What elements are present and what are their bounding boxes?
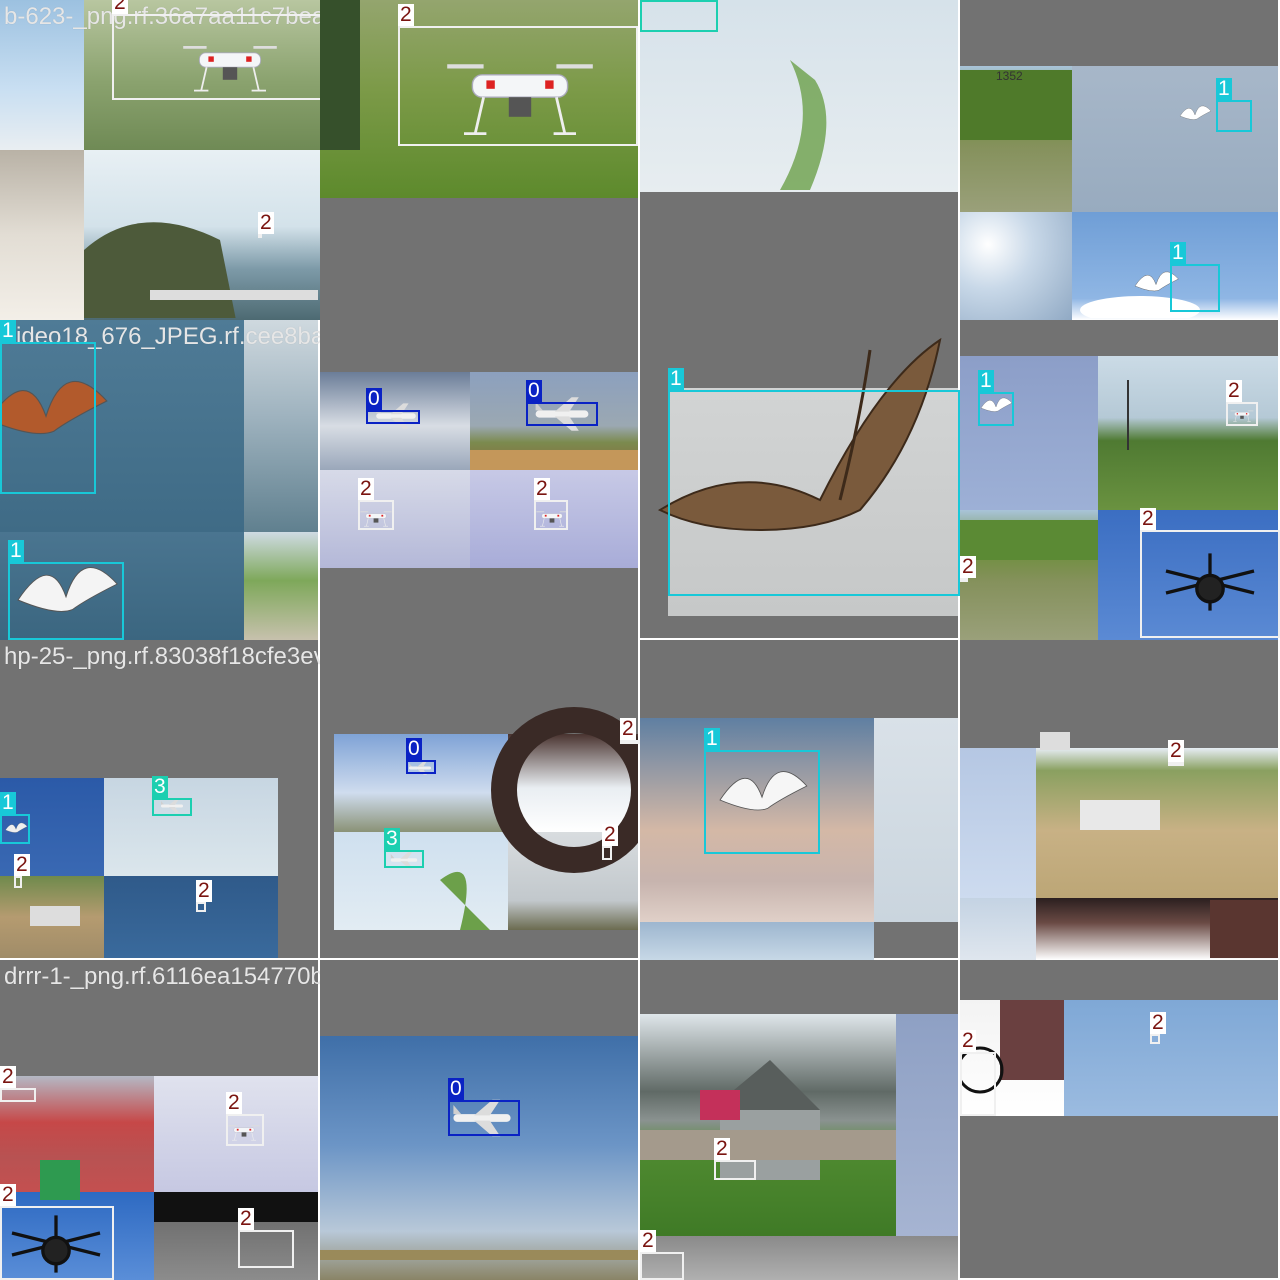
detection-box-class-2: 2: [534, 478, 568, 530]
detection-box-class-2: 2: [1150, 1012, 1166, 1044]
mosaic-tile: 0 3 2 2: [320, 640, 640, 960]
class-label: 2: [358, 477, 374, 500]
class-label: 0: [448, 1077, 464, 1100]
class-label: 2: [602, 823, 618, 846]
detection-box-class-2: 2: [14, 854, 30, 888]
class-label: 3: [152, 775, 168, 798]
class-label: 1: [8, 539, 24, 562]
class-label: 2: [14, 853, 30, 876]
detection-box-class-2: 2: [196, 880, 212, 912]
detection-box-class-0: 0: [406, 738, 436, 774]
class-label: 2: [0, 1065, 16, 1088]
detection-box-class-2: 2: [398, 4, 638, 146]
detection-box-class-2: 2: [358, 478, 394, 530]
class-label: 3: [384, 827, 400, 850]
class-label: 2: [258, 211, 274, 234]
detection-box-class-1: 1: [0, 320, 96, 494]
detection-box-class-2: 2: [714, 1138, 756, 1180]
detection-box-class-0: 0: [448, 1078, 520, 1136]
class-label: 0: [366, 387, 382, 410]
class-label: 1: [978, 369, 994, 392]
class-label: 2: [196, 879, 212, 902]
detection-box-class-2: 2: [226, 1092, 264, 1146]
detection-box-class-2: 2: [960, 1030, 996, 1116]
detection-box-class-1: 1: [978, 370, 1014, 426]
detection-box-class-1: 1: [0, 792, 30, 844]
tile-artwork: [960, 1000, 1064, 1094]
class-label: 2: [640, 1229, 656, 1252]
detection-box-class-2: 2: [640, 1230, 684, 1280]
class-label: 0: [526, 379, 542, 402]
class-label: 1: [0, 791, 16, 814]
class-label: 0: [406, 737, 422, 760]
tile-artwork: [640, 1060, 896, 1180]
detection-box-class-2: 2: [602, 824, 618, 860]
mosaic-tile: 3: [640, 0, 960, 320]
class-label: 2: [0, 1183, 16, 1206]
detection-box-class-2: 2: [112, 0, 320, 100]
mosaic-tile: 1 2 2 2: [960, 320, 1280, 640]
detection-box-class-3: 3: [152, 776, 192, 816]
class-label: 1: [668, 367, 684, 390]
detection-box-class-2: 2: [1168, 740, 1184, 766]
mosaic-tile: 0 0 2 2: [320, 320, 640, 640]
class-label: 1: [704, 727, 720, 750]
detection-box-class-2: 2: [238, 1208, 294, 1268]
tile-artwork: [780, 60, 827, 190]
mosaic-tile: 1: [640, 320, 960, 640]
mosaic-tile: 11video18_676_JPEG.rf.cee8babf-847_png.r…: [0, 320, 320, 640]
detection-box-class-2: 2: [1226, 380, 1258, 426]
mosaic-tile: 1: [640, 640, 960, 960]
detection-box-class-2: 2: [258, 212, 274, 238]
mosaic-tile: 22: [640, 960, 960, 1280]
mosaic-tile: 22b-623-_png.rf.36a7aa11c7beaen_f_c5dde8…: [0, 0, 320, 320]
class-label: 2: [112, 0, 128, 14]
class-label: 2: [960, 1029, 976, 1052]
class-label: 2: [1140, 507, 1156, 530]
mosaic-tile: 0: [320, 960, 640, 1280]
mosaic-tile: 2222drrr-1-_png.rf.6116ea154770ba679_e77…: [0, 960, 320, 1280]
detection-box-class-2: 2: [0, 1066, 36, 1102]
class-label: 2: [238, 1207, 254, 1230]
mosaic-tile: 2: [960, 640, 1280, 960]
class-label: 2: [226, 1091, 242, 1114]
detection-box-class-1: 1: [1216, 78, 1252, 132]
tile-artwork: 1352: [960, 69, 1212, 318]
mosaic-tile: 2: [320, 0, 640, 320]
class-label: 1: [1216, 77, 1232, 100]
detection-box-class-1: 1: [668, 368, 960, 596]
mosaic-tile: 22: [960, 960, 1280, 1280]
detection-box-class-1: 1: [8, 540, 124, 640]
class-label: 2: [1226, 379, 1242, 402]
detection-box-class-0: 0: [366, 388, 420, 424]
class-label: 2: [620, 717, 636, 740]
mosaic-tile: 1322hp-25-_png.rf.83038f18cfe3evideo17_2…: [0, 640, 320, 960]
detection-box-class-3: 3: [384, 828, 424, 868]
detection-box-class-1: 1: [1170, 242, 1220, 312]
class-label: 2: [960, 555, 976, 578]
class-label: 2: [534, 477, 550, 500]
class-label: 2: [398, 3, 414, 26]
svg-text:1352: 1352: [996, 69, 1023, 83]
detection-box-class-1: 1: [704, 728, 820, 854]
class-label: 2: [1150, 1011, 1166, 1034]
tile-artwork: [390, 707, 638, 930]
mosaic-tile: 1352 1 1: [960, 0, 1280, 320]
class-label: 1: [1170, 241, 1186, 264]
detection-box-class-2: 2: [0, 1184, 114, 1280]
mosaic-grid: 22b-623-_png.rf.36a7aa11c7beaen_f_c5dde8…: [0, 0, 1280, 1280]
detection-box-class-2: 2: [620, 718, 640, 744]
detection-box-class-3: 3: [640, 0, 718, 32]
detection-box-class-2: 2: [960, 556, 976, 582]
detection-box-class-0: 0: [526, 380, 598, 426]
class-label: 2: [1168, 739, 1184, 762]
class-label: 2: [714, 1137, 730, 1160]
detection-box-class-2: 2: [1140, 508, 1280, 638]
tile-artwork: [1040, 732, 1278, 958]
class-label: 1: [0, 320, 16, 342]
